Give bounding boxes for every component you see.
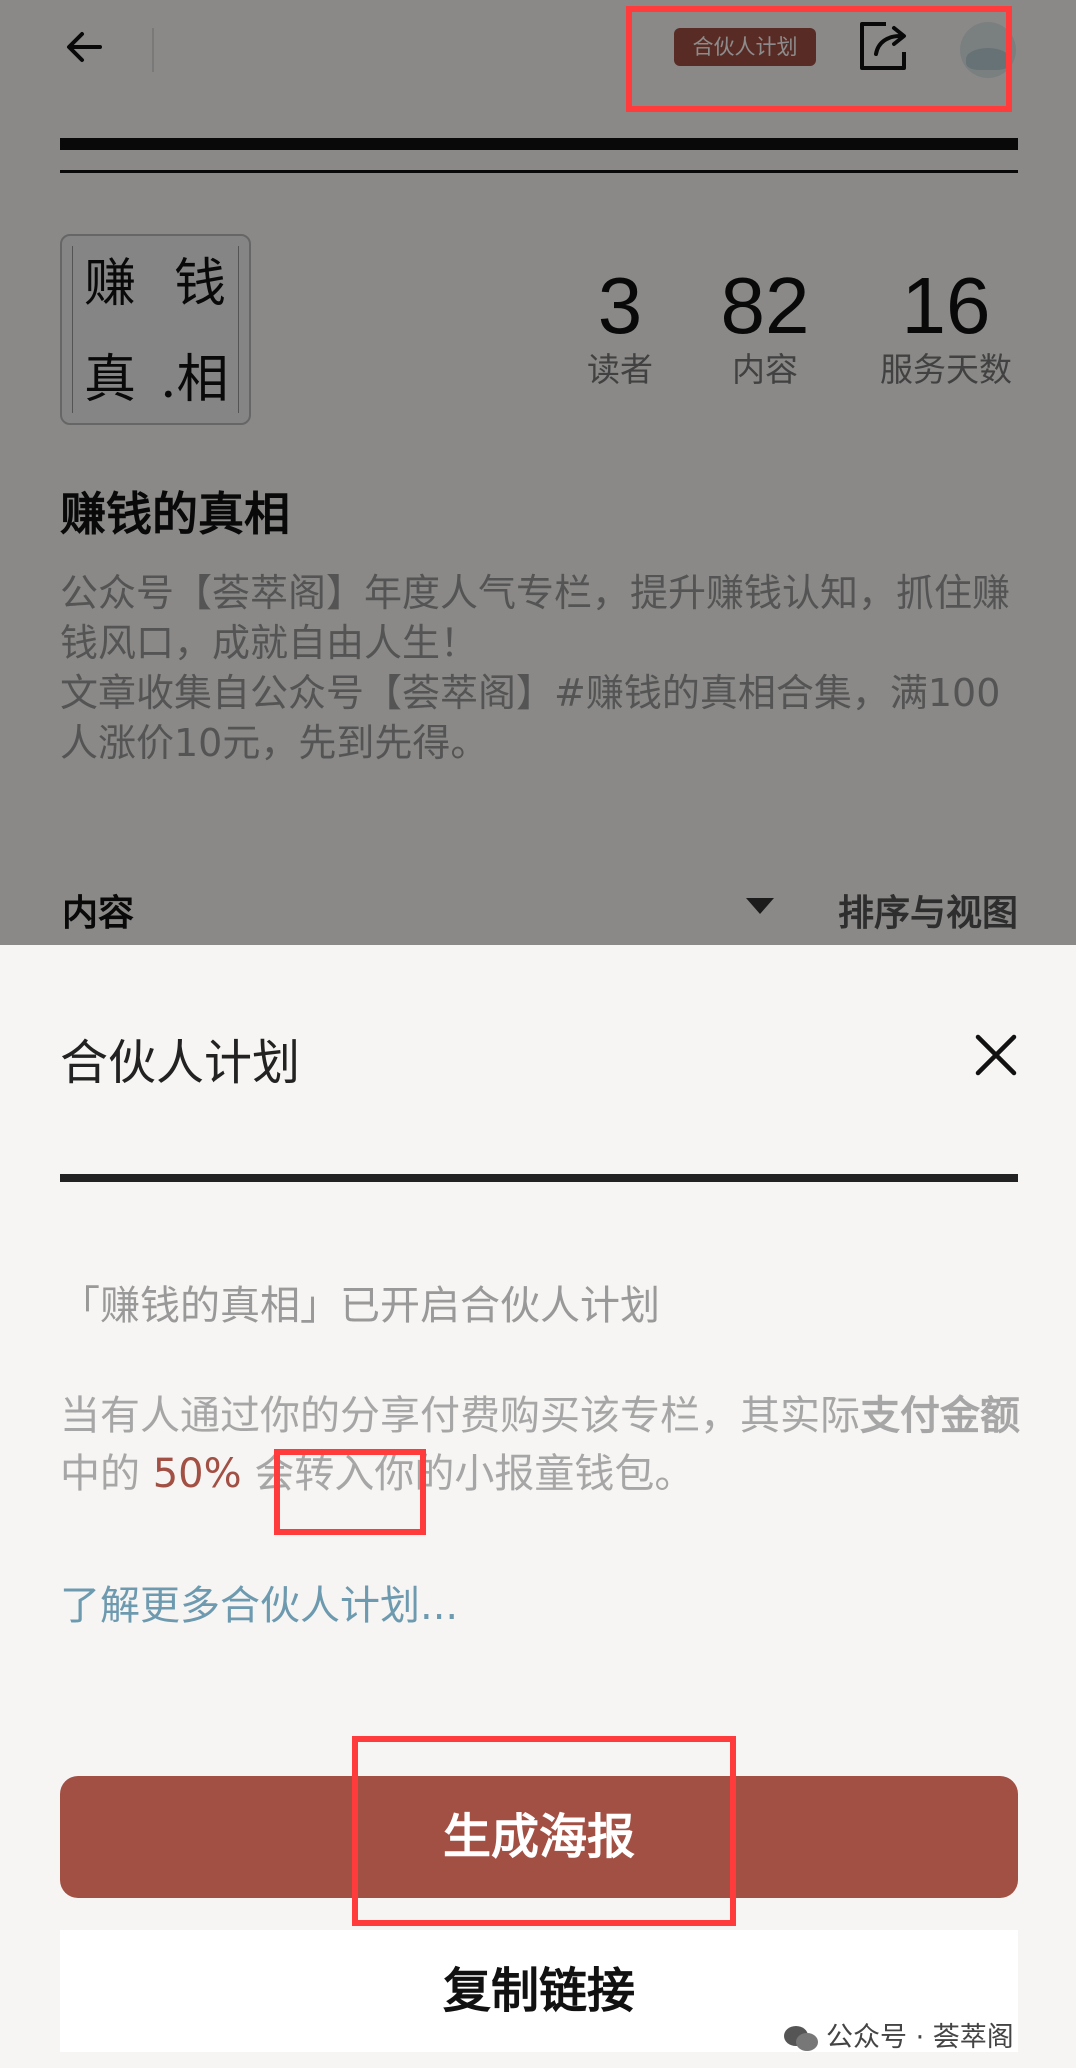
close-button[interactable] xyxy=(970,1029,1022,1081)
column-page: 合伙人计划 赚 钱 真 .相 3 读者 82 内容 16 服务天数 赚钱的真相 … xyxy=(0,0,1076,945)
commission-description: 当有人通过你的分享付费购买该专栏，其实际支付金额中的 50% 会转入你的小报童钱… xyxy=(60,1387,1020,1503)
highlight-box xyxy=(626,6,1012,112)
sheet-divider xyxy=(60,1174,1018,1182)
close-icon xyxy=(975,1034,1017,1076)
desc-bold-text: 支付金额 xyxy=(860,1393,1020,1439)
wechat-icon xyxy=(784,2025,818,2051)
watermark-text: 公众号 · 荟萃阁 xyxy=(826,2022,1014,2053)
commission-percent: 50% xyxy=(152,1451,242,1497)
desc-text: 当有人通过你的分享付费购买该专栏，其实际 xyxy=(60,1393,860,1439)
partner-enabled-text: 「赚钱的真相」已开启合伙人计划 xyxy=(60,1283,660,1329)
modal-overlay[interactable] xyxy=(0,0,1076,945)
watermark: 公众号 · 荟萃阁 xyxy=(782,2015,1014,2055)
sheet-title: 合伙人计划 xyxy=(60,1035,301,1091)
highlight-box xyxy=(274,1449,426,1535)
desc-text: 中的 xyxy=(60,1451,140,1497)
learn-more-link[interactable]: 了解更多合伙人计划... xyxy=(60,1573,458,1631)
highlight-box xyxy=(352,1736,736,1926)
